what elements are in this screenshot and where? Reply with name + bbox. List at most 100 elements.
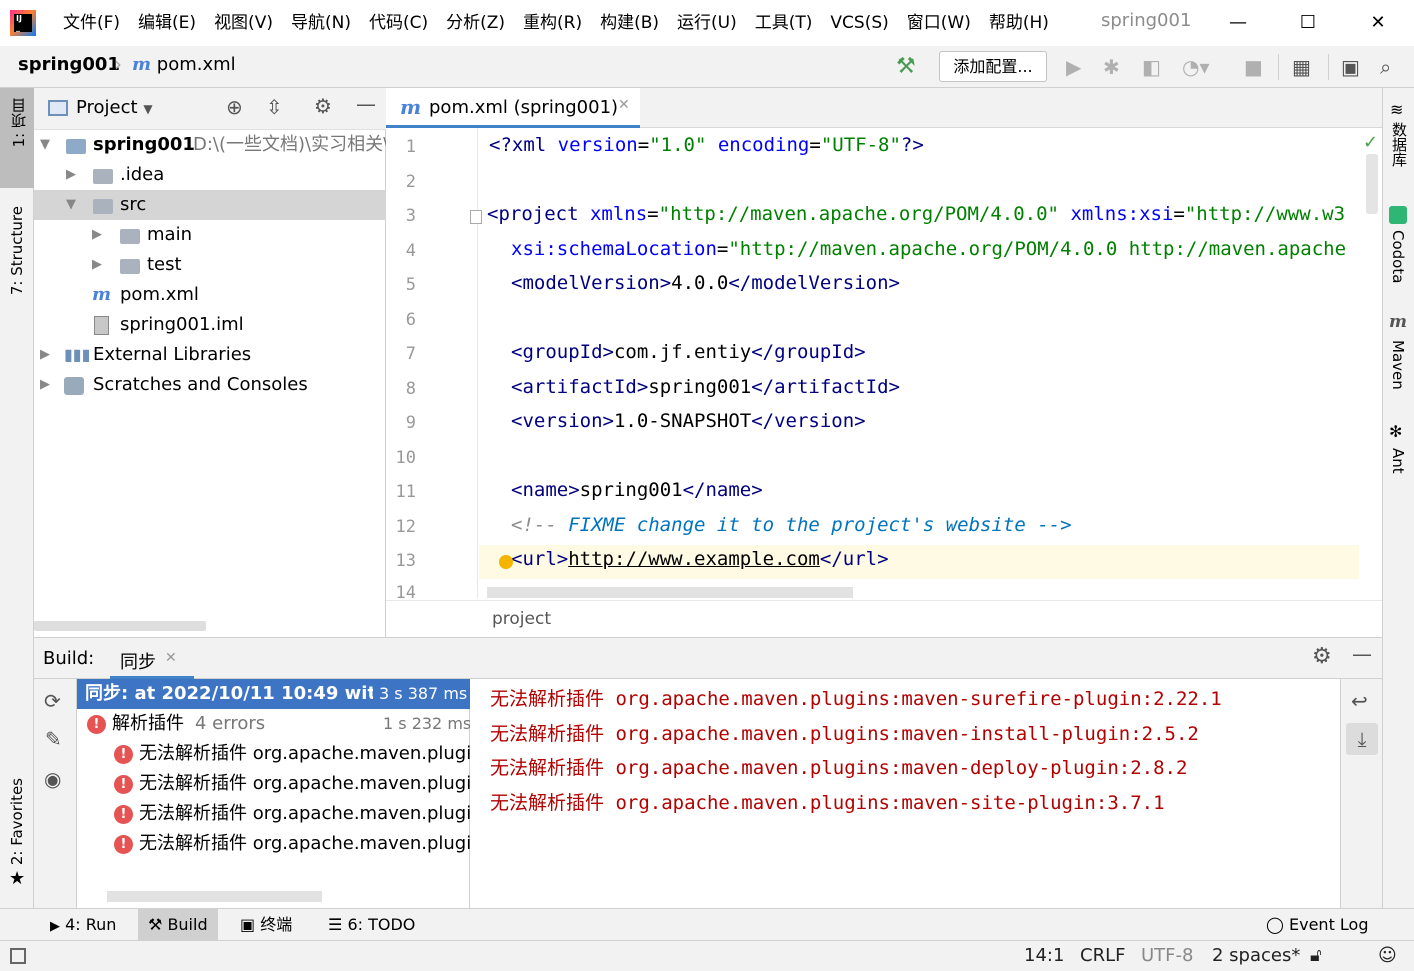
- tree-item-idea[interactable]: ▶ .idea: [34, 160, 386, 190]
- coverage-icon[interactable]: ◧: [1142, 55, 1161, 79]
- stop-icon[interactable]: ■: [1244, 55, 1263, 79]
- inspection-ok-icon[interactable]: ✓: [1363, 132, 1378, 153]
- menu-navigate[interactable]: 导航(N): [282, 10, 360, 36]
- code-line-7: <groupId>com.jf.entiy</groupId>: [511, 341, 866, 363]
- expand-right-icon[interactable]: ▶: [66, 160, 76, 190]
- build-tree-row-error[interactable]: ! 无法解析插件 org.apache.maven.plugin: [77, 829, 470, 859]
- tab-todo[interactable]: ☰ 6: TODO: [318, 909, 425, 941]
- locate-icon[interactable]: ⊕: [226, 95, 243, 119]
- menu-help[interactable]: 帮助(H): [980, 10, 1058, 36]
- tree-item-iml[interactable]: spring001.iml: [34, 310, 386, 340]
- expand-down-icon[interactable]: ▼: [40, 130, 50, 160]
- build-right-toolbar: ↩ ⤓: [1340, 679, 1382, 908]
- build-tree-row-error[interactable]: ! 无法解析插件 org.apache.maven.plugin: [77, 769, 470, 799]
- build-tree-row-error[interactable]: ! 无法解析插件 org.apache.maven.plugin: [77, 739, 470, 769]
- breadcrumb-project[interactable]: spring001: [18, 54, 120, 75]
- line-separator[interactable]: CRLF: [1080, 945, 1125, 966]
- tab-project[interactable]: 1: 项目: [8, 98, 29, 147]
- toggle-tool-windows-icon[interactable]: [10, 948, 26, 964]
- hide-panel-icon[interactable]: —: [356, 92, 376, 116]
- tree-item-pom[interactable]: m pom.xml: [34, 280, 386, 310]
- build-tree-row-sync[interactable]: 同步: at 2022/10/11 10:49 with 4 e 3 s 387…: [77, 679, 470, 709]
- build-tree-row-error[interactable]: ! 无法解析插件 org.apache.maven.plugin: [77, 799, 470, 829]
- add-configuration-button[interactable]: 添加配置...: [939, 51, 1047, 82]
- horizontal-scrollbar[interactable]: [107, 891, 322, 902]
- presentation-icon[interactable]: ▣: [1341, 55, 1360, 79]
- eye-icon[interactable]: ◉: [44, 767, 61, 791]
- lock-icon[interactable]: 🔓︎: [1310, 945, 1322, 966]
- menu-file[interactable]: 文件(F): [54, 10, 129, 36]
- menu-view[interactable]: 视图(V): [205, 10, 282, 36]
- scroll-to-end-icon[interactable]: ⤓: [1346, 723, 1378, 755]
- minimize-button[interactable]: —: [1218, 8, 1258, 38]
- editor-breadcrumb[interactable]: project: [492, 609, 551, 629]
- tab-structure[interactable]: 7: Structure: [8, 206, 26, 295]
- menu-vcs[interactable]: VCS(S): [821, 10, 897, 36]
- line-number: 3: [405, 206, 416, 226]
- tree-item-scratches[interactable]: ▶ Scratches and Consoles: [34, 370, 386, 400]
- maximize-button[interactable]: ☐: [1288, 8, 1328, 38]
- tab-codota[interactable]: Codota: [1389, 230, 1407, 283]
- collapse-all-icon[interactable]: ⇳: [266, 95, 283, 119]
- close-button[interactable]: ✕: [1358, 8, 1398, 38]
- code-token: =: [809, 134, 821, 156]
- close-tab-icon[interactable]: ✕: [618, 97, 630, 113]
- close-tab-icon[interactable]: ✕: [165, 650, 177, 666]
- search-icon[interactable]: ⌕: [1380, 55, 1391, 79]
- menu-window[interactable]: 窗口(W): [898, 10, 980, 36]
- horizontal-scrollbar[interactable]: [34, 621, 206, 631]
- menu-tools[interactable]: 工具(T): [746, 10, 822, 36]
- code-area[interactable]: <?xml version="1.0" encoding="UTF-8"?> <…: [479, 128, 1359, 598]
- vertical-scrollbar[interactable]: [1366, 154, 1378, 214]
- code-token: spring001: [648, 376, 752, 398]
- code-token: change it to the project's website -->: [625, 514, 1072, 536]
- menu-edit[interactable]: 编辑(E): [129, 10, 205, 36]
- tab-event-log[interactable]: ◯ Event Log: [1256, 909, 1379, 941]
- pin-icon[interactable]: ✎: [45, 727, 62, 751]
- debug-icon[interactable]: ✱: [1103, 55, 1120, 79]
- tab-terminal[interactable]: ▣ 终端: [230, 909, 302, 941]
- gear-icon[interactable]: ⚙: [314, 94, 332, 118]
- project-structure-icon[interactable]: ▦: [1292, 55, 1311, 79]
- tab-database[interactable]: 数据库: [1389, 122, 1410, 167]
- tab-pom-xml[interactable]: m pom.xml (spring001) ✕: [386, 88, 640, 128]
- menu-build[interactable]: 构建(B): [591, 10, 668, 36]
- tab-favorites[interactable]: 2: Favorites: [8, 778, 26, 865]
- tree-item-src[interactable]: ▼ src: [34, 190, 386, 220]
- hide-panel-icon[interactable]: —: [1352, 642, 1372, 666]
- tab-run[interactable]: ▶ 4: Run: [40, 909, 126, 941]
- tree-item-external-libraries[interactable]: ▶ ▮▮▮ External Libraries: [34, 340, 386, 370]
- horizontal-scrollbar[interactable]: [487, 587, 853, 598]
- menu-refactor[interactable]: 重构(R): [514, 10, 591, 36]
- build-tree-row-resolve[interactable]: ! 解析插件 4 errors 1 s 232 ms: [77, 709, 470, 739]
- lightbulb-icon[interactable]: [499, 555, 513, 569]
- file-encoding[interactable]: UTF-8: [1141, 945, 1193, 966]
- build-hammer-icon[interactable]: ⚒: [896, 54, 916, 79]
- indent-setting[interactable]: 2 spaces*: [1212, 945, 1300, 966]
- menu-code[interactable]: 代码(C): [360, 10, 437, 36]
- expand-right-icon[interactable]: ▶: [40, 340, 50, 370]
- tab-maven[interactable]: Maven: [1389, 340, 1407, 390]
- expand-right-icon[interactable]: ▶: [40, 370, 50, 400]
- intellij-logo-icon: IJ _: [10, 10, 36, 36]
- sync-icon[interactable]: ⟳: [44, 689, 61, 713]
- expand-right-icon[interactable]: ▶: [92, 220, 102, 250]
- gear-icon[interactable]: ⚙: [1312, 644, 1332, 669]
- tab-build[interactable]: ⚒ Build: [138, 909, 218, 941]
- project-view-selector[interactable]: Project ▼: [76, 97, 153, 118]
- tree-item-main[interactable]: ▶ main: [34, 220, 386, 250]
- caret-position[interactable]: 14:1: [1024, 945, 1064, 966]
- run-icon[interactable]: ▶: [1066, 55, 1081, 79]
- expand-down-icon[interactable]: ▼: [66, 190, 76, 220]
- inspector-icon[interactable]: ☺: [1378, 945, 1397, 966]
- menu-analyze[interactable]: 分析(Z): [437, 10, 514, 36]
- profile-icon[interactable]: ◔▾: [1182, 55, 1210, 79]
- tab-ant[interactable]: Ant: [1389, 448, 1407, 474]
- build-tab-sync[interactable]: 同步 ✕: [110, 638, 194, 679]
- soft-wrap-icon[interactable]: ↩: [1351, 689, 1368, 713]
- menu-run[interactable]: 运行(U): [668, 10, 746, 36]
- breadcrumb-file[interactable]: m pom.xml: [132, 54, 236, 75]
- tree-item-test[interactable]: ▶ test: [34, 250, 386, 280]
- expand-right-icon[interactable]: ▶: [92, 250, 102, 280]
- tree-item-spring001[interactable]: ▼ spring001 D:\(一些文档)\实习相关\: [34, 130, 386, 160]
